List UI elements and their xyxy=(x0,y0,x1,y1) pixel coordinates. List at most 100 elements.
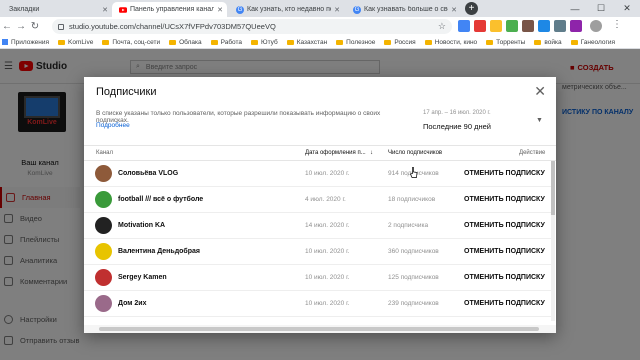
subscribe-date: 10 июл. 2020 г. xyxy=(305,274,350,281)
address-bar[interactable]: studio.youtube.com/channel/UCsX7fVFPdv70… xyxy=(52,19,452,34)
extension-icon[interactable] xyxy=(474,20,486,32)
back-icon[interactable]: ← xyxy=(0,21,14,32)
bookmark-apps[interactable]: Приложения xyxy=(2,39,49,46)
browser-tab-studio[interactable]: Панель управления каналом - ✕ xyxy=(112,2,227,17)
subscriber-name[interactable]: Sergey Kamen xyxy=(118,274,167,281)
extension-icon[interactable] xyxy=(458,20,470,32)
star-icon[interactable]: ☆ xyxy=(438,21,446,32)
close-icon[interactable]: ✕ xyxy=(534,83,546,100)
scrollbar-thumb[interactable] xyxy=(551,161,555,215)
subscriber-name[interactable]: football /// всё о футболе xyxy=(118,196,203,203)
table-row: Motivation KA 14 июл. 2020 г. 2 подписчика… xyxy=(84,213,552,239)
subscriber-count: 125 подписчиков xyxy=(388,274,439,281)
close-icon[interactable]: ✕ xyxy=(451,6,457,14)
subscriber-avatar[interactable] xyxy=(95,165,112,182)
info-text: В списке указаны только пользователи, ко… xyxy=(96,110,381,124)
bookmark-item[interactable]: Работа xyxy=(210,39,242,46)
subscriber-avatar[interactable] xyxy=(95,295,112,312)
subscriber-name[interactable]: Motivation KA xyxy=(118,222,165,229)
bookmark-item[interactable]: Полезное xyxy=(336,39,375,46)
profile-avatar[interactable] xyxy=(590,20,602,32)
apps-icon xyxy=(2,39,8,45)
unsubscribe-button[interactable]: ОТМЕНИТЬ ПОДПИСКУ xyxy=(464,248,545,255)
unsubscribe-button[interactable]: ОТМЕНИТЬ ПОДПИСКУ xyxy=(464,170,545,177)
browser-tab-google-2[interactable]: G Как узнавать больше о своей ау ✕ xyxy=(346,2,461,17)
bookmark-item[interactable]: Почта, соц-сети xyxy=(102,39,160,46)
pointer-cursor-icon xyxy=(410,167,418,178)
subscriber-avatar[interactable] xyxy=(95,243,112,260)
bookmark-item[interactable]: KomLive xyxy=(58,39,93,46)
close-icon[interactable]: ✕ xyxy=(102,6,108,14)
table-row: Соловьёва VLOG 10 июл. 2020 г. 914 подписч… xyxy=(84,161,552,187)
extension-icon[interactable] xyxy=(490,20,502,32)
date-range: 17 апр. – 16 июл. 2020 г. xyxy=(423,110,491,116)
vertical-scrollbar[interactable] xyxy=(551,161,555,321)
youtube-icon xyxy=(119,6,127,13)
browser-toolbar: ← → ↻ studio.youtube.com/channel/UCsX7fV… xyxy=(0,17,640,36)
col-action: Действие xyxy=(519,150,546,156)
scrollbar-thumb[interactable] xyxy=(99,327,539,331)
extension-icon[interactable] xyxy=(554,20,566,32)
subscriber-name[interactable]: Дом 2их xyxy=(118,300,146,307)
subscribe-date: 10 июл. 2020 г. xyxy=(305,248,350,255)
subscriber-avatar[interactable] xyxy=(95,191,112,208)
subscribe-date: 10 июл. 2020 г. xyxy=(305,170,350,177)
dialog-title: Подписчики xyxy=(96,86,157,98)
unsubscribe-button[interactable]: ОТМЕНИТЬ ПОДПИСКУ xyxy=(464,300,545,307)
folder-icon xyxy=(169,39,177,45)
subscribe-date: 10 июл. 2020 г. xyxy=(305,300,350,307)
close-icon[interactable]: ✕ xyxy=(334,6,340,14)
extension-icon[interactable] xyxy=(506,20,518,32)
folder-icon xyxy=(424,39,432,45)
bookmark-item[interactable]: Ютуб xyxy=(251,39,278,46)
sort-arrow-icon[interactable]: ↓ xyxy=(370,150,373,156)
close-icon[interactable]: ✕ xyxy=(217,6,223,14)
reload-icon[interactable]: ↻ xyxy=(28,21,42,32)
folder-icon xyxy=(210,39,218,45)
folder-icon xyxy=(486,39,494,45)
table-header: Канал Дата оформления п... ↓ Число подпи… xyxy=(84,145,556,161)
extension-icon[interactable] xyxy=(538,20,550,32)
folder-icon xyxy=(286,39,294,45)
subscriber-count: 239 подписчиков xyxy=(388,300,439,307)
col-date[interactable]: Дата оформления п... xyxy=(305,150,366,156)
subscriber-avatar[interactable] xyxy=(95,217,112,234)
extension-icon[interactable] xyxy=(570,20,582,32)
bookmarks-bar: Приложения KomLive Почта, соц-сети Облак… xyxy=(0,36,640,49)
bookmark-item[interactable]: Казахстан xyxy=(286,39,327,46)
tab-title: Как узнать, кто недавно подпис xyxy=(247,6,331,13)
subscriber-count: 2 подписчика xyxy=(388,222,429,229)
table-row: Sergey Kamen 10 июл. 2020 г. 125 подписчик… xyxy=(84,265,552,291)
unsubscribe-button[interactable]: ОТМЕНИТЬ ПОДПИСКУ xyxy=(464,274,545,281)
bookmark-item[interactable]: Торренты xyxy=(486,39,525,46)
bookmark-item[interactable]: Ганеология xyxy=(570,39,615,46)
subscribe-date: 14 июл. 2020 г. xyxy=(305,222,350,229)
subscriber-name[interactable]: Валентина Деньдобрая xyxy=(118,248,200,255)
col-subscribers[interactable]: Число подписчиков xyxy=(388,150,442,156)
subscriber-name[interactable]: Соловьёва VLOG xyxy=(118,170,178,177)
browser-tab-google-1[interactable]: G Как узнать, кто недавно подпис ✕ xyxy=(229,2,344,17)
browser-tab-bookmarks[interactable]: Закладки ✕ xyxy=(2,2,112,17)
period-select[interactable]: Последние 90 дней xyxy=(423,122,491,131)
forward-icon[interactable]: → xyxy=(14,21,28,32)
google-icon: G xyxy=(236,5,244,14)
bookmark-item[interactable]: войка xyxy=(534,39,562,46)
table-row: Валентина Деньдобрая 10 июл. 2020 г. 360 п… xyxy=(84,239,552,265)
new-tab-button[interactable]: + xyxy=(465,2,478,15)
dropdown-arrow-icon[interactable]: ▼ xyxy=(536,117,543,124)
bookmark-item[interactable]: Облака xyxy=(169,39,202,46)
bookmark-item[interactable]: Россия xyxy=(384,39,416,46)
unsubscribe-button[interactable]: ОТМЕНИТЬ ПОДПИСКУ xyxy=(464,222,545,229)
close-window-icon[interactable]: ✕ xyxy=(614,0,640,17)
learn-more-link[interactable]: Подробнее xyxy=(96,122,130,129)
subscriber-avatar[interactable] xyxy=(95,269,112,286)
horizontal-scrollbar[interactable] xyxy=(84,325,556,333)
bookmark-item[interactable]: Новости, кино xyxy=(424,39,477,46)
minimize-icon[interactable]: — xyxy=(562,0,588,17)
table-row: football /// всё о футболе 4 июл. 2020 г.… xyxy=(84,187,552,213)
unsubscribe-button[interactable]: ОТМЕНИТЬ ПОДПИСКУ xyxy=(464,196,545,203)
col-channel: Канал xyxy=(96,150,113,156)
menu-dots-icon[interactable]: ⋮ xyxy=(612,19,622,30)
extension-icon[interactable] xyxy=(522,20,534,32)
maximize-icon[interactable]: ☐ xyxy=(588,0,614,17)
